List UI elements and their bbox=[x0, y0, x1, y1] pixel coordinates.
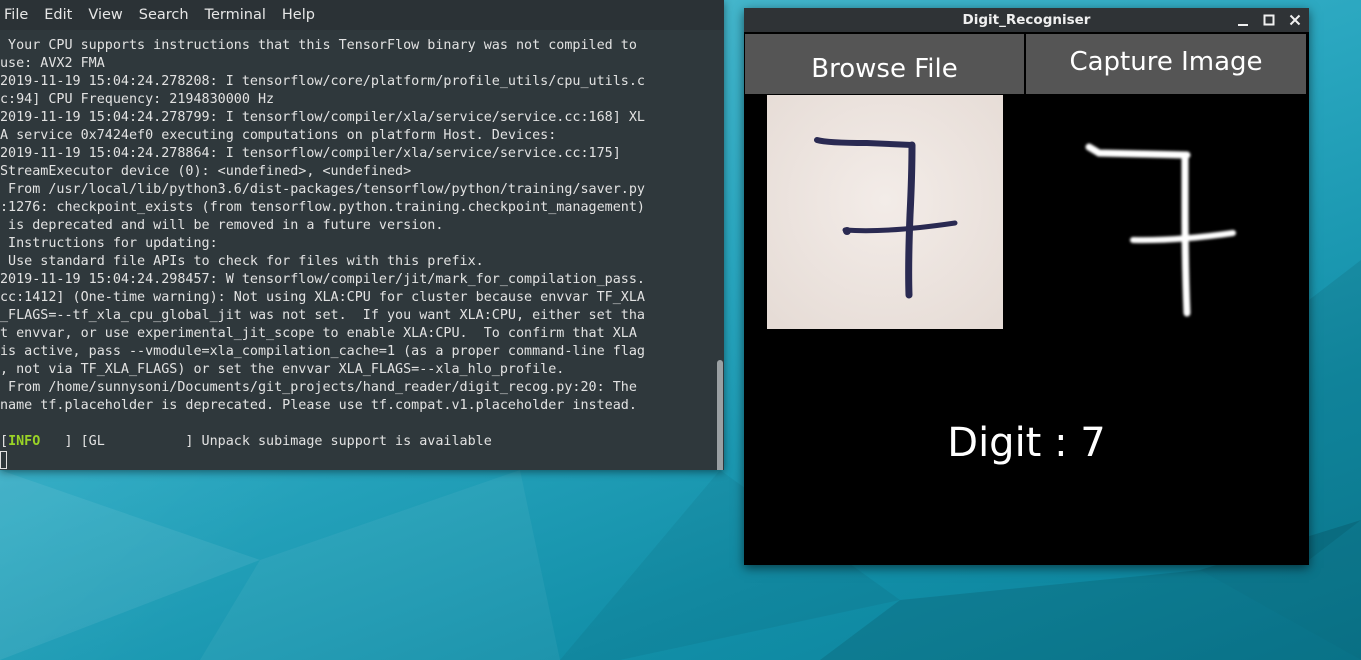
terminal-line: A service 0x7424ef0 executing computatio… bbox=[0, 128, 557, 143]
terminal-line: name tf.placeholder is deprecated. Pleas… bbox=[0, 398, 637, 413]
terminal-line: is active, pass --vmodule=xla_compilatio… bbox=[0, 344, 645, 359]
menu-item-help[interactable]: Help bbox=[282, 7, 315, 23]
terminal-line: StreamExecutor device (0): <undefined>, … bbox=[0, 164, 412, 179]
menu-item-terminal[interactable]: Terminal bbox=[205, 7, 266, 23]
terminal-scrollbar[interactable] bbox=[716, 30, 724, 470]
digit-recogniser-window[interactable]: Digit_Recogniser Browse File Capture Ima… bbox=[744, 8, 1309, 565]
terminal-line: t envvar, or use experimental_jit_scope … bbox=[0, 326, 637, 341]
capture-image-button[interactable]: Capture Image bbox=[1026, 34, 1306, 94]
terminal-line: Use standard file APIs to check for file… bbox=[0, 254, 484, 269]
terminal-line: 2019-11-19 15:04:24.278799: I tensorflow… bbox=[0, 110, 645, 125]
terminal-line: is deprecated and will be removed in a f… bbox=[0, 218, 444, 233]
cursor-icon bbox=[0, 451, 7, 469]
terminal-line: From /home/sunnysoni/Documents/git_proje… bbox=[0, 380, 637, 395]
terminal-scroll-thumb[interactable] bbox=[717, 360, 723, 470]
window-titlebar[interactable]: Digit_Recogniser bbox=[744, 8, 1309, 32]
terminal-info-line: [INFO ] [GL ] Unpack subimage support is… bbox=[0, 433, 714, 451]
original-digit-image bbox=[767, 95, 1003, 329]
processed-digit-image bbox=[1047, 95, 1283, 329]
menu-item-search[interactable]: Search bbox=[139, 7, 189, 23]
button-row: Browse File Capture Image bbox=[744, 33, 1309, 94]
terminal-line: cc:1412] (One-time warning): Not using X… bbox=[0, 290, 645, 305]
terminal-line: _FLAGS=--tf_xla_cpu_global_jit was not s… bbox=[0, 308, 645, 323]
menu-item-edit[interactable]: Edit bbox=[44, 7, 72, 23]
prediction-result: Digit : 7 bbox=[947, 420, 1106, 466]
info-tag: INFO bbox=[8, 434, 41, 449]
terminal-line: 2019-11-19 15:04:24.278864: I tensorflow… bbox=[0, 146, 621, 161]
close-icon[interactable] bbox=[1287, 12, 1303, 28]
info-message: ] [GL ] Unpack subimage support is avail… bbox=[40, 434, 492, 449]
terminal-line: , not via TF_XLA_FLAGS) or set the envva… bbox=[0, 362, 565, 377]
terminal-line: 2019-11-19 15:04:24.278208: I tensorflow… bbox=[0, 74, 645, 89]
terminal-output[interactable]: Your CPU supports instructions that this… bbox=[0, 37, 714, 470]
terminal-line: Instructions for updating: bbox=[0, 236, 218, 251]
terminal-line: c:94] CPU Frequency: 2194830000 Hz bbox=[0, 92, 275, 107]
terminal-line: Your CPU supports instructions that this… bbox=[0, 38, 637, 53]
minimize-icon[interactable] bbox=[1235, 12, 1251, 28]
window-controls bbox=[1235, 8, 1303, 32]
terminal-line: use: AVX2 FMA bbox=[0, 56, 105, 71]
terminal-line: From /usr/local/lib/python3.6/dist-packa… bbox=[0, 182, 645, 197]
window-title: Digit_Recogniser bbox=[962, 12, 1091, 28]
browse-file-button[interactable]: Browse File bbox=[745, 34, 1024, 94]
info-bracket: [ bbox=[0, 434, 9, 449]
menu-item-file[interactable]: File bbox=[4, 7, 28, 23]
menu-item-view[interactable]: View bbox=[88, 7, 122, 23]
terminal-prompt[interactable] bbox=[0, 451, 714, 469]
maximize-icon[interactable] bbox=[1261, 12, 1277, 28]
terminal-line: 2019-11-19 15:04:24.298457: W tensorflow… bbox=[0, 272, 645, 287]
terminal-window[interactable]: File Edit View Search Terminal Help Your CPU … bbox=[0, 0, 724, 470]
terminal-line: :1276: checkpoint_exists (from tensorflo… bbox=[0, 200, 645, 215]
terminal-menubar: File Edit View Search Terminal Help bbox=[0, 0, 724, 30]
